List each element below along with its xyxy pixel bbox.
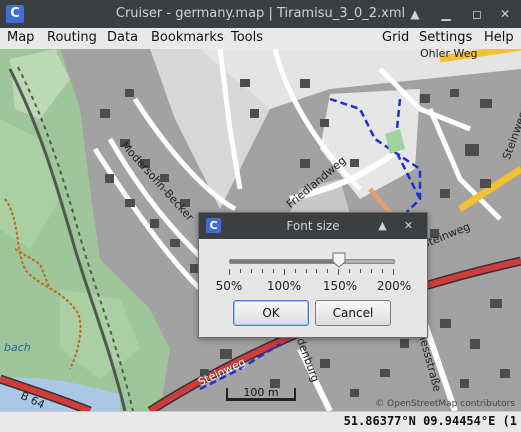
dialog-titlebar: C Font size ▲ ✕ [199, 213, 427, 239]
slider-tick [294, 269, 296, 273]
dialog-shade-icon[interactable]: ▲ [375, 218, 390, 233]
slider-tick [393, 269, 394, 275]
water-label: bach [4, 341, 31, 354]
slider-tick [327, 269, 329, 273]
slider-tick [283, 269, 285, 275]
menu-tools[interactable]: Tools [231, 30, 263, 45]
tick-label-100: 100% [266, 279, 302, 293]
street-label-ohler-weg: Ohler Weg [420, 49, 478, 60]
map-attribution: © OpenStreetMap contributors [375, 399, 515, 409]
maximize-arrow-icon[interactable]: ▲ [406, 5, 424, 23]
slider-tick [261, 269, 263, 273]
map-scale-bar: 100 m [226, 386, 296, 401]
slider-tick [229, 269, 230, 275]
tick-label-150: 150% [322, 279, 358, 293]
slider-tick [239, 269, 241, 273]
maximize-icon[interactable]: ◻ [468, 5, 486, 23]
minimize-icon[interactable]: ▁ [437, 5, 455, 23]
slider-tick [250, 269, 252, 273]
menu-help[interactable]: Help [484, 30, 514, 45]
coordinate-readout: 51.86377°N 09.94454°E (1 [343, 414, 517, 428]
dialog-close-icon[interactable]: ✕ [401, 218, 416, 233]
slider-fill [230, 260, 340, 263]
slider-tick [349, 269, 351, 273]
menu-bar: Map Routing Data Bookmarks Tools Grid Se… [0, 28, 521, 50]
slider-tick [316, 269, 318, 273]
slider-tick [272, 269, 274, 273]
cancel-button[interactable]: Cancel [315, 300, 391, 326]
slider-tick [371, 269, 373, 273]
font-size-dialog: C Font size ▲ ✕ 50% 100% 150% 200% OK Ca… [198, 212, 428, 338]
menu-bookmarks[interactable]: Bookmarks [151, 30, 224, 45]
slider-tick [360, 269, 362, 273]
ok-button[interactable]: OK [233, 300, 309, 326]
slider-ticks [229, 269, 395, 275]
slider-tick [305, 269, 307, 273]
menu-routing[interactable]: Routing [47, 30, 97, 45]
scale-line [226, 398, 296, 401]
dialog-title: Font size [286, 219, 340, 233]
font-size-slider[interactable] [229, 252, 395, 268]
menu-settings[interactable]: Settings [419, 30, 472, 45]
status-bar: 51.86377°N 09.94454°E (1 [0, 411, 521, 432]
slider-tick [338, 269, 340, 275]
slider-tick [382, 269, 384, 273]
window-titlebar: C Cruiser - germany.map | Tiramisu_3_0_2… [0, 0, 521, 28]
menu-map[interactable]: Map [7, 30, 34, 45]
tick-label-200: 200% [376, 279, 412, 293]
scale-tick-left [226, 388, 228, 401]
menu-data[interactable]: Data [107, 30, 138, 45]
menu-grid[interactable]: Grid [382, 30, 409, 45]
slider-thumb-icon[interactable] [332, 252, 346, 268]
scale-tick-right [294, 388, 296, 401]
tick-label-50: 50% [215, 279, 243, 293]
close-icon[interactable]: ✕ [496, 5, 514, 23]
